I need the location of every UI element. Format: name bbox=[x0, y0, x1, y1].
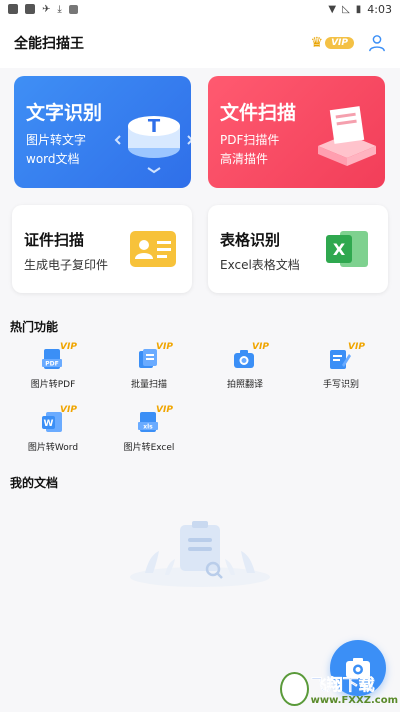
svg-text:X: X bbox=[333, 240, 346, 259]
card-title: 文件扫描 bbox=[220, 102, 297, 124]
handwriting-recognition-button[interactable]: VIP 手写识别 bbox=[296, 342, 386, 398]
svg-text:W: W bbox=[44, 419, 54, 429]
batch-scan-button[interactable]: VIP 批量扫描 bbox=[104, 342, 194, 398]
excel-icon: X bbox=[326, 231, 368, 267]
function-label: 拍照翻译 bbox=[226, 380, 263, 390]
file-scan-icon bbox=[318, 106, 376, 166]
notification-icon: ✈ bbox=[42, 3, 51, 15]
text-recognition-card[interactable]: 文字识别 图片转文字 word文档 T bbox=[14, 76, 191, 188]
download-icon: ⤓ bbox=[57, 3, 62, 15]
svg-text:PDF: PDF bbox=[45, 361, 58, 368]
card-subtitle: 图片转文字 bbox=[26, 133, 87, 147]
watermark-logo-icon bbox=[280, 671, 309, 706]
image-to-word-button[interactable]: W VIP 图片转Word bbox=[8, 405, 98, 461]
card-title: 文字识别 bbox=[26, 102, 103, 124]
notification-icon bbox=[68, 4, 78, 14]
function-label: 图片转PDF bbox=[30, 380, 76, 390]
user-icon[interactable] bbox=[368, 34, 386, 52]
vip-badge: VIP bbox=[325, 37, 354, 49]
notification-icon bbox=[8, 4, 18, 14]
vip-button[interactable]: ♛ VIP bbox=[311, 35, 354, 51]
svg-text:xls: xls bbox=[143, 424, 153, 431]
vip-tag: VIP bbox=[60, 405, 77, 415]
vip-tag: VIP bbox=[156, 405, 173, 415]
clock: 4:03 bbox=[367, 2, 392, 16]
vip-tag: VIP bbox=[156, 342, 173, 352]
card-subtitle: word文档 bbox=[26, 152, 80, 166]
id-card-icon bbox=[130, 231, 176, 267]
vip-tag: VIP bbox=[60, 342, 77, 352]
battery-icon: ▮ bbox=[355, 3, 362, 15]
table-recognition-card[interactable]: 表格识别 Excel表格文档 X bbox=[208, 205, 388, 293]
wifi-icon: ▼ bbox=[328, 3, 337, 15]
empty-documents-illustration bbox=[130, 521, 270, 587]
function-label: 批量扫描 bbox=[130, 380, 167, 390]
app-title: 全能扫描王 bbox=[14, 36, 84, 52]
notification-icons: ✈ ⤓ bbox=[8, 4, 78, 15]
crown-icon: ♛ bbox=[310, 35, 324, 51]
image-to-excel-button[interactable]: xls VIP 图片转Excel bbox=[104, 405, 194, 461]
id-scan-card[interactable]: 证件扫描 生成电子复印件 bbox=[12, 205, 192, 293]
card-title: 证件扫描 bbox=[24, 231, 85, 249]
card-subtitle: 生成电子复印件 bbox=[24, 258, 109, 272]
watermark: 飞翔下载 www.FXXZ.com bbox=[280, 665, 398, 712]
image-to-pdf-button[interactable]: PDF VIP 图片转PDF bbox=[8, 342, 98, 398]
svg-text:T: T bbox=[148, 116, 161, 137]
function-label: 图片转Word bbox=[27, 443, 79, 453]
card-title: 表格识别 bbox=[220, 231, 281, 249]
function-label: 手写识别 bbox=[322, 380, 359, 390]
app-bar: 全能扫描王 ♛ VIP bbox=[0, 18, 400, 68]
hot-functions-title: 热门功能 bbox=[10, 320, 59, 334]
watermark-url: www.FXXZ.com bbox=[310, 695, 398, 706]
vip-tag: VIP bbox=[252, 342, 269, 352]
vip-tag: VIP bbox=[348, 342, 365, 352]
file-scan-card[interactable]: 文件扫描 PDF扫描件 高清描件 bbox=[208, 76, 385, 188]
function-label: 图片转Excel bbox=[123, 443, 175, 453]
card-subtitle: PDF扫描件 bbox=[220, 133, 280, 147]
text-recognition-icon: T bbox=[114, 116, 191, 174]
watermark-text: 飞翔下载 bbox=[310, 675, 375, 695]
photo-translate-button[interactable]: VIP 拍照翻译 bbox=[200, 342, 290, 398]
signal-icon: ◺ bbox=[342, 3, 350, 15]
notification-icon bbox=[25, 4, 35, 14]
my-documents-title: 我的文档 bbox=[10, 476, 59, 490]
card-subtitle: Excel表格文档 bbox=[220, 258, 300, 272]
card-subtitle: 高清描件 bbox=[220, 152, 269, 166]
status-bar: ✈ ⤓ ▼ ◺ ▮ 4:03 bbox=[0, 0, 400, 18]
